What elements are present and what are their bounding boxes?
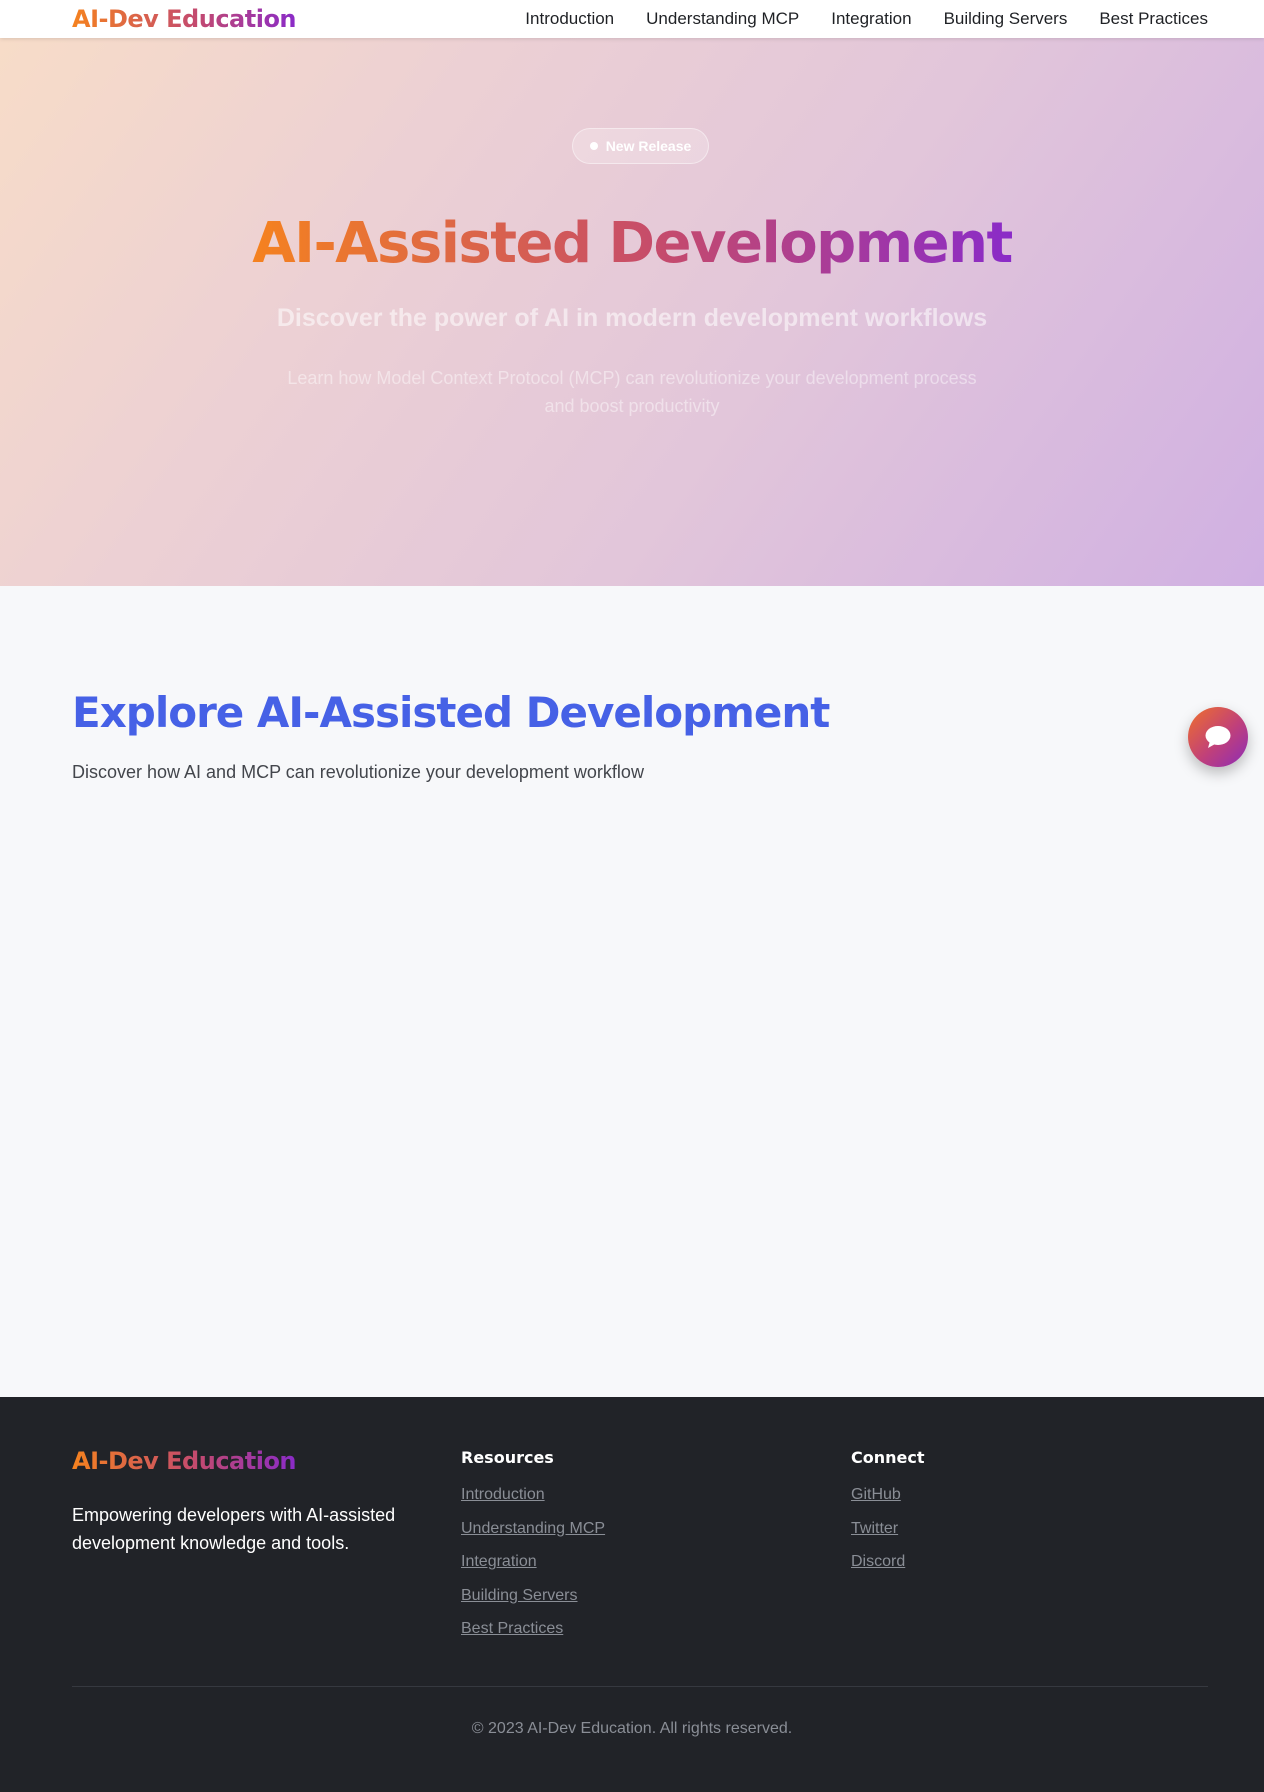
hero-subtitle: Discover the power of AI in modern devel… [276, 304, 988, 332]
footer-link-twitter[interactable]: Twitter [851, 1520, 898, 1537]
explore-subtitle: Discover how AI and MCP can revolutioniz… [72, 762, 644, 782]
chat-button[interactable] [1188, 707, 1248, 767]
navbar: AI-Dev Education Introduction Understand… [0, 0, 1264, 38]
footer-link-github[interactable]: GitHub [851, 1486, 901, 1503]
hero-title-text: AI-Assisted Development [252, 206, 1013, 282]
footer-connect-heading: Connect [851, 1448, 925, 1467]
footer-connect-list: GitHub Twitter Discord [851, 1485, 925, 1572]
footer-brand-text: AI-Dev Education [72, 1447, 297, 1475]
footer-link-integration[interactable]: Integration [461, 1553, 537, 1570]
explore-title: Explore AI-Assisted Development [72, 688, 830, 737]
footer-link-best-practices[interactable]: Best Practices [461, 1620, 563, 1637]
footer-brand: AI-Dev Education [72, 1445, 297, 1477]
nav-link-building-servers[interactable]: Building Servers [944, 9, 1068, 29]
new-release-badge: New Release [572, 128, 709, 164]
footer-resources-list: Introduction Understanding MCP Integrati… [461, 1485, 605, 1639]
footer: AI-Dev Education Empowering developers w… [0, 1397, 1264, 1792]
hero-description: Learn how Model Context Protocol (MCP) c… [287, 368, 977, 416]
hero-section: New Release AI-Assisted Development Disc… [0, 38, 1264, 586]
footer-link-understanding-mcp[interactable]: Understanding MCP [461, 1520, 605, 1537]
badge-dot-icon [589, 142, 598, 150]
copyright: © 2023 AI-Dev Education. All rights rese… [471, 1720, 793, 1737]
nav-link-understanding-mcp[interactable]: Understanding MCP [646, 9, 799, 29]
nav-link-introduction[interactable]: Introduction [525, 9, 614, 29]
nav-link-integration[interactable]: Integration [831, 9, 911, 29]
footer-link-building-servers[interactable]: Building Servers [461, 1587, 578, 1604]
footer-resources-heading: Resources [461, 1448, 554, 1467]
hero-title: AI-Assisted Development [0, 206, 1264, 282]
badge-label: New Release [605, 138, 692, 154]
brand-logo[interactable]: AI-Dev Education [72, 3, 297, 35]
footer-link-discord[interactable]: Discord [851, 1553, 905, 1570]
nav-links: Introduction Understanding MCP Integrati… [525, 0, 1208, 38]
footer-tagline: Empowering developers with AI-assisted d… [72, 1505, 396, 1553]
footer-divider [72, 1686, 1208, 1687]
chat-bubble-icon [1205, 726, 1231, 748]
footer-link-introduction[interactable]: Introduction [461, 1486, 545, 1503]
footer-resources: Resources Introduction Understanding MCP… [461, 1447, 605, 1653]
footer-connect: Connect GitHub Twitter Discord [851, 1447, 925, 1586]
nav-link-best-practices[interactable]: Best Practices [1099, 9, 1208, 29]
